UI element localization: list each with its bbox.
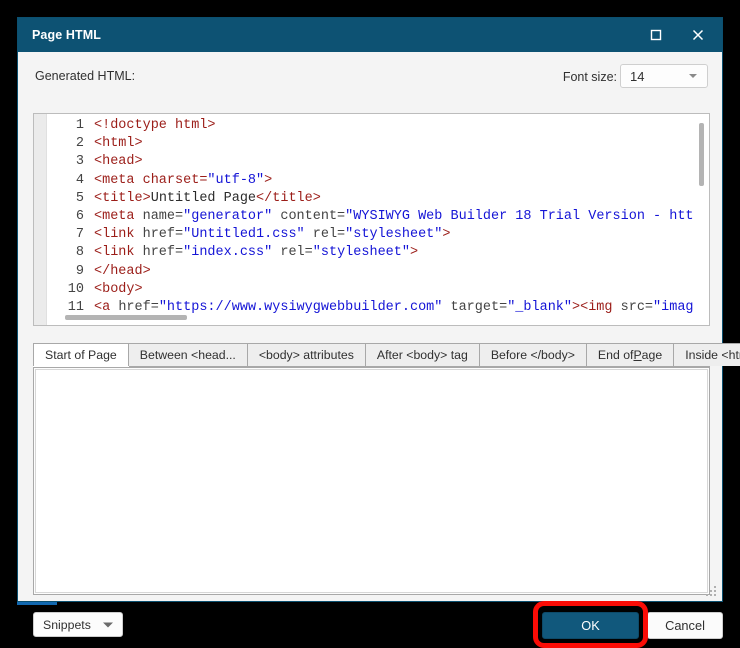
code-vertical-scrollbar-thumb[interactable] (699, 123, 704, 186)
tab-label: After <body> tag (377, 348, 468, 362)
code-token: <meta charset= (94, 173, 207, 188)
code-line-number: 2 (48, 135, 94, 153)
tab-accelerator: P (633, 348, 641, 362)
code-line-number: 7 (48, 226, 94, 244)
tab-label: Start of Page (45, 348, 117, 362)
code-line-number: 4 (48, 172, 94, 190)
code-line-number: 10 (48, 281, 94, 299)
tab-4[interactable]: Before </body> (479, 343, 587, 366)
code-horizontal-scrollbar[interactable] (48, 313, 697, 324)
tab-label-tail: age (642, 348, 663, 362)
tab-1[interactable]: Between <head... (128, 343, 248, 366)
editor-gutter-strip (34, 114, 47, 325)
code-line-number: 1 (48, 117, 94, 135)
code-line: 9</head> (48, 263, 709, 281)
code-token: <link (94, 227, 143, 242)
code-vertical-scrollbar[interactable] (697, 115, 708, 313)
code-token: Untitled Page (151, 191, 256, 206)
code-line: 2<html> (48, 135, 709, 153)
generated-html-code-editor[interactable]: 1<!doctype html>2<html>3<head>4<meta cha… (33, 113, 710, 326)
code-token: "index.css" (183, 245, 272, 260)
code-token: <title> (94, 191, 151, 206)
close-button[interactable] (680, 18, 716, 52)
page-html-text-pane[interactable] (33, 367, 710, 595)
code-horizontal-scrollbar-thumb[interactable] (65, 315, 187, 320)
code-token: rel= (305, 227, 346, 242)
code-token: > (264, 173, 272, 188)
dialog-title: Page HTML (32, 28, 101, 42)
code-line-number: 9 (48, 263, 94, 281)
code-token: "generator" (183, 209, 272, 224)
code-token: href= (143, 245, 184, 260)
code-token: <head> (94, 154, 143, 169)
tab-6[interactable]: Inside <html> tag (673, 343, 740, 366)
tab-label: Between <head... (140, 348, 236, 362)
tab-label: Inside <html> tag (685, 348, 740, 362)
ok-button[interactable]: OK (542, 612, 639, 639)
dialog-body: Generated HTML: Font size: 14 1<!doctype… (18, 52, 722, 601)
tab-3[interactable]: After <body> tag (365, 343, 480, 366)
font-size-combobox[interactable]: 14 (620, 64, 708, 88)
code-token: "utf-8" (207, 173, 264, 188)
dialog-titlebar[interactable]: Page HTML (18, 18, 722, 52)
chevron-down-icon (689, 74, 697, 78)
code-line: 7<link href="Untitled1.css" rel="stylesh… (48, 226, 709, 244)
code-token: <meta (94, 209, 143, 224)
page-html-dialog: Page HTML Generated HTML: Font size: 14 (17, 17, 723, 602)
insert-location-tabstrip: Start of Page Between <head... <body> attr… (33, 344, 710, 367)
tab-label: Before </body> (491, 348, 575, 362)
font-size-value: 14 (630, 69, 644, 84)
code-token: </title> (256, 191, 321, 206)
page-html-textarea[interactable] (35, 369, 708, 593)
code-line: 8<link href="index.css" rel="stylesheet"… (48, 244, 709, 262)
code-token: </head> (94, 264, 151, 279)
code-line: 6<meta name="generator" content="WYSIWYG… (48, 208, 709, 226)
snippets-button-label: Snippets (43, 618, 91, 632)
code-token: "Untitled1.css" (183, 227, 305, 242)
code-token: rel= (272, 245, 313, 260)
code-token: "stylesheet" (345, 227, 442, 242)
code-lines-container: 1<!doctype html>2<html>3<head>4<meta cha… (48, 117, 709, 317)
code-token: "WYSIWYG Web Builder 18 Trial Version - … (345, 209, 693, 224)
snippets-button[interactable]: Snippets (33, 612, 123, 637)
code-token: content= (272, 209, 345, 224)
code-token: > (410, 245, 418, 260)
cancel-button[interactable]: Cancel (647, 612, 723, 639)
code-token: href= (143, 227, 184, 242)
tab-2[interactable]: <body> attributes (247, 343, 366, 366)
code-line-number: 5 (48, 190, 94, 208)
close-icon (692, 29, 704, 41)
generated-html-label: Generated HTML: (35, 69, 135, 83)
header-row: Generated HTML: Font size: 14 (18, 64, 722, 94)
code-line: 10<body> (48, 281, 709, 299)
maximize-button[interactable] (638, 18, 674, 52)
code-token: name= (143, 209, 184, 224)
code-line: 4<meta charset="utf-8"> (48, 172, 709, 190)
code-line: 3<head> (48, 153, 709, 171)
code-token: <body> (94, 282, 143, 297)
bottom-accent-line (17, 602, 57, 605)
code-line-number: 6 (48, 208, 94, 226)
code-token: <html> (94, 136, 143, 151)
code-token: > (442, 227, 450, 242)
code-line: 5<title>Untitled Page</title> (48, 190, 709, 208)
code-line: 1<!doctype html> (48, 117, 709, 135)
code-line-number: 8 (48, 244, 94, 262)
tab-5[interactable]: End of Page (586, 343, 674, 366)
maximize-icon (650, 29, 662, 41)
resize-grip-icon[interactable] (705, 585, 716, 596)
tab-0[interactable]: Start of Page (33, 343, 129, 366)
caret-down-icon (103, 622, 113, 627)
tab-label: End of (598, 348, 634, 362)
font-size-label: Font size: (563, 70, 617, 84)
code-token: "stylesheet" (313, 245, 410, 260)
code-token: <!doctype html> (94, 118, 216, 133)
tab-label: <body> attributes (259, 348, 354, 362)
code-line-number: 3 (48, 153, 94, 171)
code-token: <link (94, 245, 143, 260)
